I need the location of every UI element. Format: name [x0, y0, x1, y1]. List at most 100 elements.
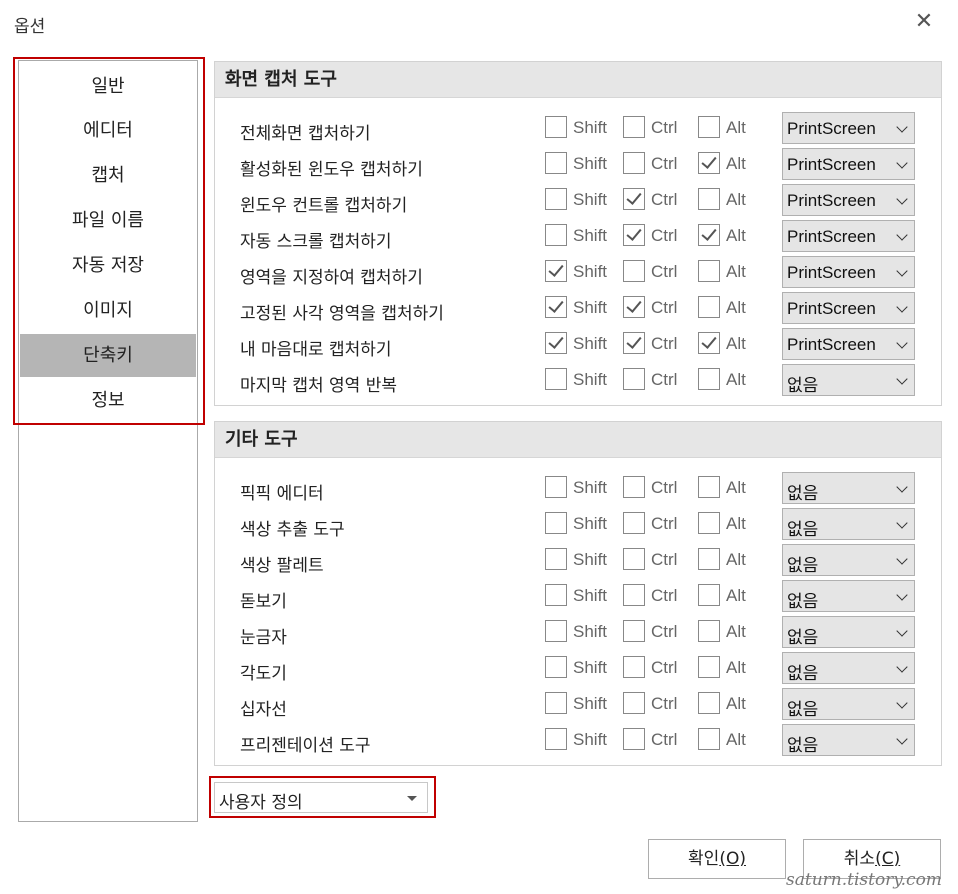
hotkey-label: 영역을 지정하여 캡처하기 — [240, 268, 423, 288]
key-select[interactable]: PrintScreen — [782, 256, 915, 288]
ctrl-checkbox[interactable] — [623, 476, 645, 498]
key-select[interactable]: 없음 — [782, 472, 915, 504]
ctrl-checkbox[interactable] — [623, 512, 645, 534]
key-select[interactable]: PrintScreen — [782, 112, 915, 144]
alt-checkbox[interactable] — [698, 116, 720, 138]
ctrl-checkbox[interactable] — [623, 656, 645, 678]
alt-checkbox[interactable] — [698, 692, 720, 714]
key-select-value: PrintScreen — [787, 191, 876, 210]
key-select[interactable]: PrintScreen — [782, 328, 915, 360]
alt-checkbox[interactable] — [698, 368, 720, 390]
key-select[interactable]: 없음 — [782, 364, 915, 396]
shift-checkbox[interactable] — [545, 728, 567, 750]
key-select[interactable]: 없음 — [782, 652, 915, 684]
shift-checkbox[interactable] — [545, 692, 567, 714]
ctrl-checkbox[interactable] — [623, 728, 645, 750]
alt-checkbox[interactable] — [698, 656, 720, 678]
key-select[interactable]: PrintScreen — [782, 148, 915, 180]
alt-label: Alt — [726, 370, 746, 389]
alt-label: Alt — [726, 334, 746, 353]
alt-checkbox[interactable] — [698, 548, 720, 570]
ok-button[interactable]: 확인(O) — [648, 839, 786, 879]
key-select[interactable]: 없음 — [782, 724, 915, 756]
alt-checkbox[interactable] — [698, 332, 720, 354]
shift-checkbox[interactable] — [545, 368, 567, 390]
cancel-button-label: 취소 — [843, 849, 876, 869]
ctrl-checkbox[interactable] — [623, 296, 645, 318]
ctrl-checkbox[interactable] — [623, 224, 645, 246]
alt-checkbox[interactable] — [698, 296, 720, 318]
shift-label: Shift — [573, 154, 608, 173]
shift-label: Shift — [573, 190, 608, 209]
hotkey-row: 마지막 캡처 영역 반복 Shift Ctrl Alt 없음 — [215, 364, 943, 400]
hotkey-label: 내 마음대로 캡처하기 — [240, 340, 392, 360]
alt-checkbox[interactable] — [698, 620, 720, 642]
shift-checkbox[interactable] — [545, 224, 567, 246]
close-icon[interactable]: ✕ — [912, 10, 936, 34]
key-select[interactable]: 없음 — [782, 616, 915, 648]
key-select-value: 없음 — [787, 736, 819, 755]
ctrl-checkbox[interactable] — [623, 116, 645, 138]
key-select[interactable]: 없음 — [782, 508, 915, 540]
alt-checkbox[interactable] — [698, 260, 720, 282]
cancel-mnemonic: (C) — [875, 849, 901, 869]
shift-checkbox[interactable] — [545, 476, 567, 498]
shift-checkbox[interactable] — [545, 620, 567, 642]
key-select[interactable]: 없음 — [782, 580, 915, 612]
chevron-down-icon — [896, 301, 908, 313]
alt-checkbox[interactable] — [698, 512, 720, 534]
shift-checkbox[interactable] — [545, 296, 567, 318]
hotkey-row: 활성화된 윈도우 캡처하기 Shift Ctrl Alt PrintScreen — [215, 148, 943, 184]
shift-label: Shift — [573, 586, 608, 605]
hotkey-row: 십자선 Shift Ctrl Alt 없음 — [215, 688, 943, 724]
key-select[interactable]: PrintScreen — [782, 184, 915, 216]
hotkey-label: 자동 스크롤 캡처하기 — [240, 232, 392, 252]
alt-label: Alt — [726, 298, 746, 317]
shift-label: Shift — [573, 730, 608, 749]
ctrl-checkbox[interactable] — [623, 692, 645, 714]
alt-label: Alt — [726, 730, 746, 749]
ctrl-checkbox[interactable] — [623, 368, 645, 390]
ctrl-checkbox[interactable] — [623, 620, 645, 642]
shift-checkbox[interactable] — [545, 152, 567, 174]
shift-checkbox[interactable] — [545, 584, 567, 606]
shift-checkbox[interactable] — [545, 512, 567, 534]
key-select[interactable]: PrintScreen — [782, 220, 915, 252]
alt-checkbox[interactable] — [698, 188, 720, 210]
ctrl-checkbox[interactable] — [623, 584, 645, 606]
key-select[interactable]: 없음 — [782, 688, 915, 720]
alt-label: Alt — [726, 658, 746, 677]
alt-label: Alt — [726, 694, 746, 713]
shift-checkbox[interactable] — [545, 188, 567, 210]
hotkey-label: 마지막 캡처 영역 반복 — [240, 376, 397, 396]
ctrl-label: Ctrl — [651, 694, 678, 713]
shift-checkbox[interactable] — [545, 116, 567, 138]
ctrl-checkbox[interactable] — [623, 260, 645, 282]
alt-checkbox[interactable] — [698, 224, 720, 246]
ctrl-checkbox[interactable] — [623, 188, 645, 210]
ctrl-label: Ctrl — [651, 550, 678, 569]
hotkey-row: 영역을 지정하여 캡처하기 Shift Ctrl Alt PrintScreen — [215, 256, 943, 292]
shift-checkbox[interactable] — [545, 260, 567, 282]
ctrl-label: Ctrl — [651, 226, 678, 245]
alt-checkbox[interactable] — [698, 728, 720, 750]
key-select[interactable]: PrintScreen — [782, 292, 915, 324]
hotkey-row: 색상 팔레트 Shift Ctrl Alt 없음 — [215, 544, 943, 580]
alt-checkbox[interactable] — [698, 476, 720, 498]
hotkey-label: 전체화면 캡처하기 — [240, 124, 371, 144]
alt-checkbox[interactable] — [698, 152, 720, 174]
shift-checkbox[interactable] — [545, 548, 567, 570]
ctrl-label: Ctrl — [651, 190, 678, 209]
hotkey-label: 활성화된 윈도우 캡처하기 — [240, 160, 423, 180]
ctrl-checkbox[interactable] — [623, 332, 645, 354]
ctrl-checkbox[interactable] — [623, 548, 645, 570]
chevron-down-icon — [896, 193, 908, 205]
ctrl-label: Ctrl — [651, 154, 678, 173]
hotkey-row: 픽픽 에디터 Shift Ctrl Alt 없음 — [215, 472, 943, 508]
alt-checkbox[interactable] — [698, 584, 720, 606]
ctrl-checkbox[interactable] — [623, 152, 645, 174]
key-select[interactable]: 없음 — [782, 544, 915, 576]
shift-checkbox[interactable] — [545, 656, 567, 678]
shift-checkbox[interactable] — [545, 332, 567, 354]
chevron-down-icon — [896, 697, 908, 709]
